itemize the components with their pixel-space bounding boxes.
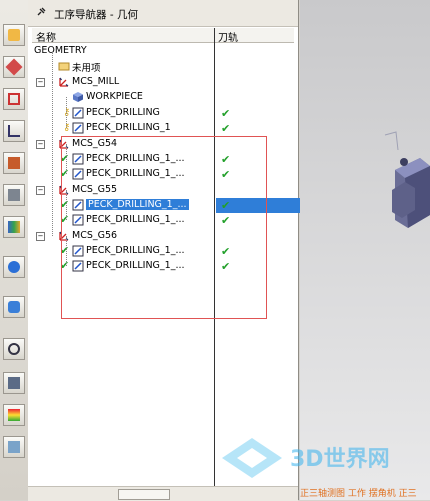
operation-navigator-button[interactable] <box>3 120 25 142</box>
tree-node-label: PECK_DRILLING_1 <box>86 122 171 133</box>
reuse-library-icon <box>8 221 20 233</box>
tree-connector <box>66 97 67 128</box>
tree-node-label: WORKPIECE <box>86 91 143 102</box>
highlight-box <box>61 136 267 319</box>
tree-connector <box>52 82 53 236</box>
scrollbar-thumb[interactable] <box>118 489 170 500</box>
analysis-button[interactable] <box>3 404 25 426</box>
tree-node[interactable]: − MCS_MILL <box>28 75 294 90</box>
graphics-window[interactable] <box>300 0 430 500</box>
column-name-header[interactable]: 名称 <box>36 29 56 44</box>
tree-node-label: GEOMETRY <box>34 45 87 56</box>
mcs-coordinate-icon <box>59 77 69 87</box>
workpiece-icon <box>73 92 83 102</box>
history-button[interactable] <box>3 184 25 206</box>
tree-node[interactable]: GEOMETRY <box>28 44 294 59</box>
toolpath-status-icon: ✔ <box>221 122 231 135</box>
assembly-icon <box>8 29 20 41</box>
tree-node[interactable]: 未用项 <box>28 59 294 74</box>
reuse-library-button[interactable] <box>3 216 25 238</box>
palette-icon <box>8 301 20 313</box>
folder-icon <box>58 62 70 71</box>
report-button[interactable] <box>3 372 25 394</box>
roles-icon <box>8 157 20 169</box>
web-browser-icon <box>8 261 20 273</box>
roles-button[interactable] <box>3 152 25 174</box>
web-browser-button[interactable] <box>3 256 25 278</box>
watermark-text: 3D世界网 <box>290 447 390 472</box>
clock-button[interactable] <box>3 338 25 360</box>
part-model <box>384 131 430 228</box>
part-navigator-icon <box>8 93 20 105</box>
collapse-toggle[interactable]: − <box>36 78 45 87</box>
pin-icon[interactable] <box>36 7 46 17</box>
report-icon <box>8 377 20 389</box>
operation-navigator-panel: 工序导航器 - 几何 名称 刀轨 GEOMETRY 未用项 − MCS_MILL WOR… <box>28 0 318 500</box>
status-text: 正三轴测图 工作 摆角机 正三 <box>300 489 417 499</box>
tree-connector <box>52 52 53 82</box>
constraint-navigator-button[interactable] <box>3 56 25 78</box>
system-materials-button[interactable] <box>3 436 25 458</box>
operation-navigator-icon <box>8 125 20 137</box>
part-navigator-button[interactable] <box>3 88 25 110</box>
tree-node-label: 未用项 <box>72 63 101 74</box>
column-toolpath-header[interactable]: 刀轨 <box>218 29 238 44</box>
collapse-toggle[interactable]: − <box>36 140 45 149</box>
tree-node[interactable]: ⚷ PECK_DRILLING_1 ✔ <box>28 121 294 136</box>
tree-node-label: PECK_DRILLING <box>86 107 160 118</box>
history-icon <box>8 189 20 201</box>
constraint-icon <box>5 58 23 76</box>
tree-node[interactable]: WORKPIECE <box>28 90 294 105</box>
toolpath-status-icon: ✔ <box>221 107 231 120</box>
navigator-title: 工序导航器 - 几何 <box>54 9 138 21</box>
collapse-toggle[interactable]: − <box>36 232 45 241</box>
horizontal-scrollbar[interactable] <box>28 486 298 501</box>
tree-node[interactable]: ⚷ PECK_DRILLING ✔ <box>28 106 294 121</box>
analysis-icon <box>8 409 20 421</box>
materials-icon <box>8 441 20 453</box>
drilling-operation-icon <box>72 107 84 119</box>
collapse-toggle[interactable]: − <box>36 186 45 195</box>
watermark: 3D世界网 <box>222 438 390 478</box>
resource-bar <box>0 0 29 500</box>
assembly-navigator-button[interactable] <box>3 24 25 46</box>
navigator-title-bar: 工序导航器 - 几何 <box>28 0 298 27</box>
drilling-operation-icon <box>72 122 84 134</box>
clock-icon <box>8 343 20 355</box>
column-header: 名称 刀轨 <box>32 28 294 44</box>
tree-node-label: MCS_MILL <box>72 76 120 87</box>
palette-button[interactable] <box>3 296 25 318</box>
